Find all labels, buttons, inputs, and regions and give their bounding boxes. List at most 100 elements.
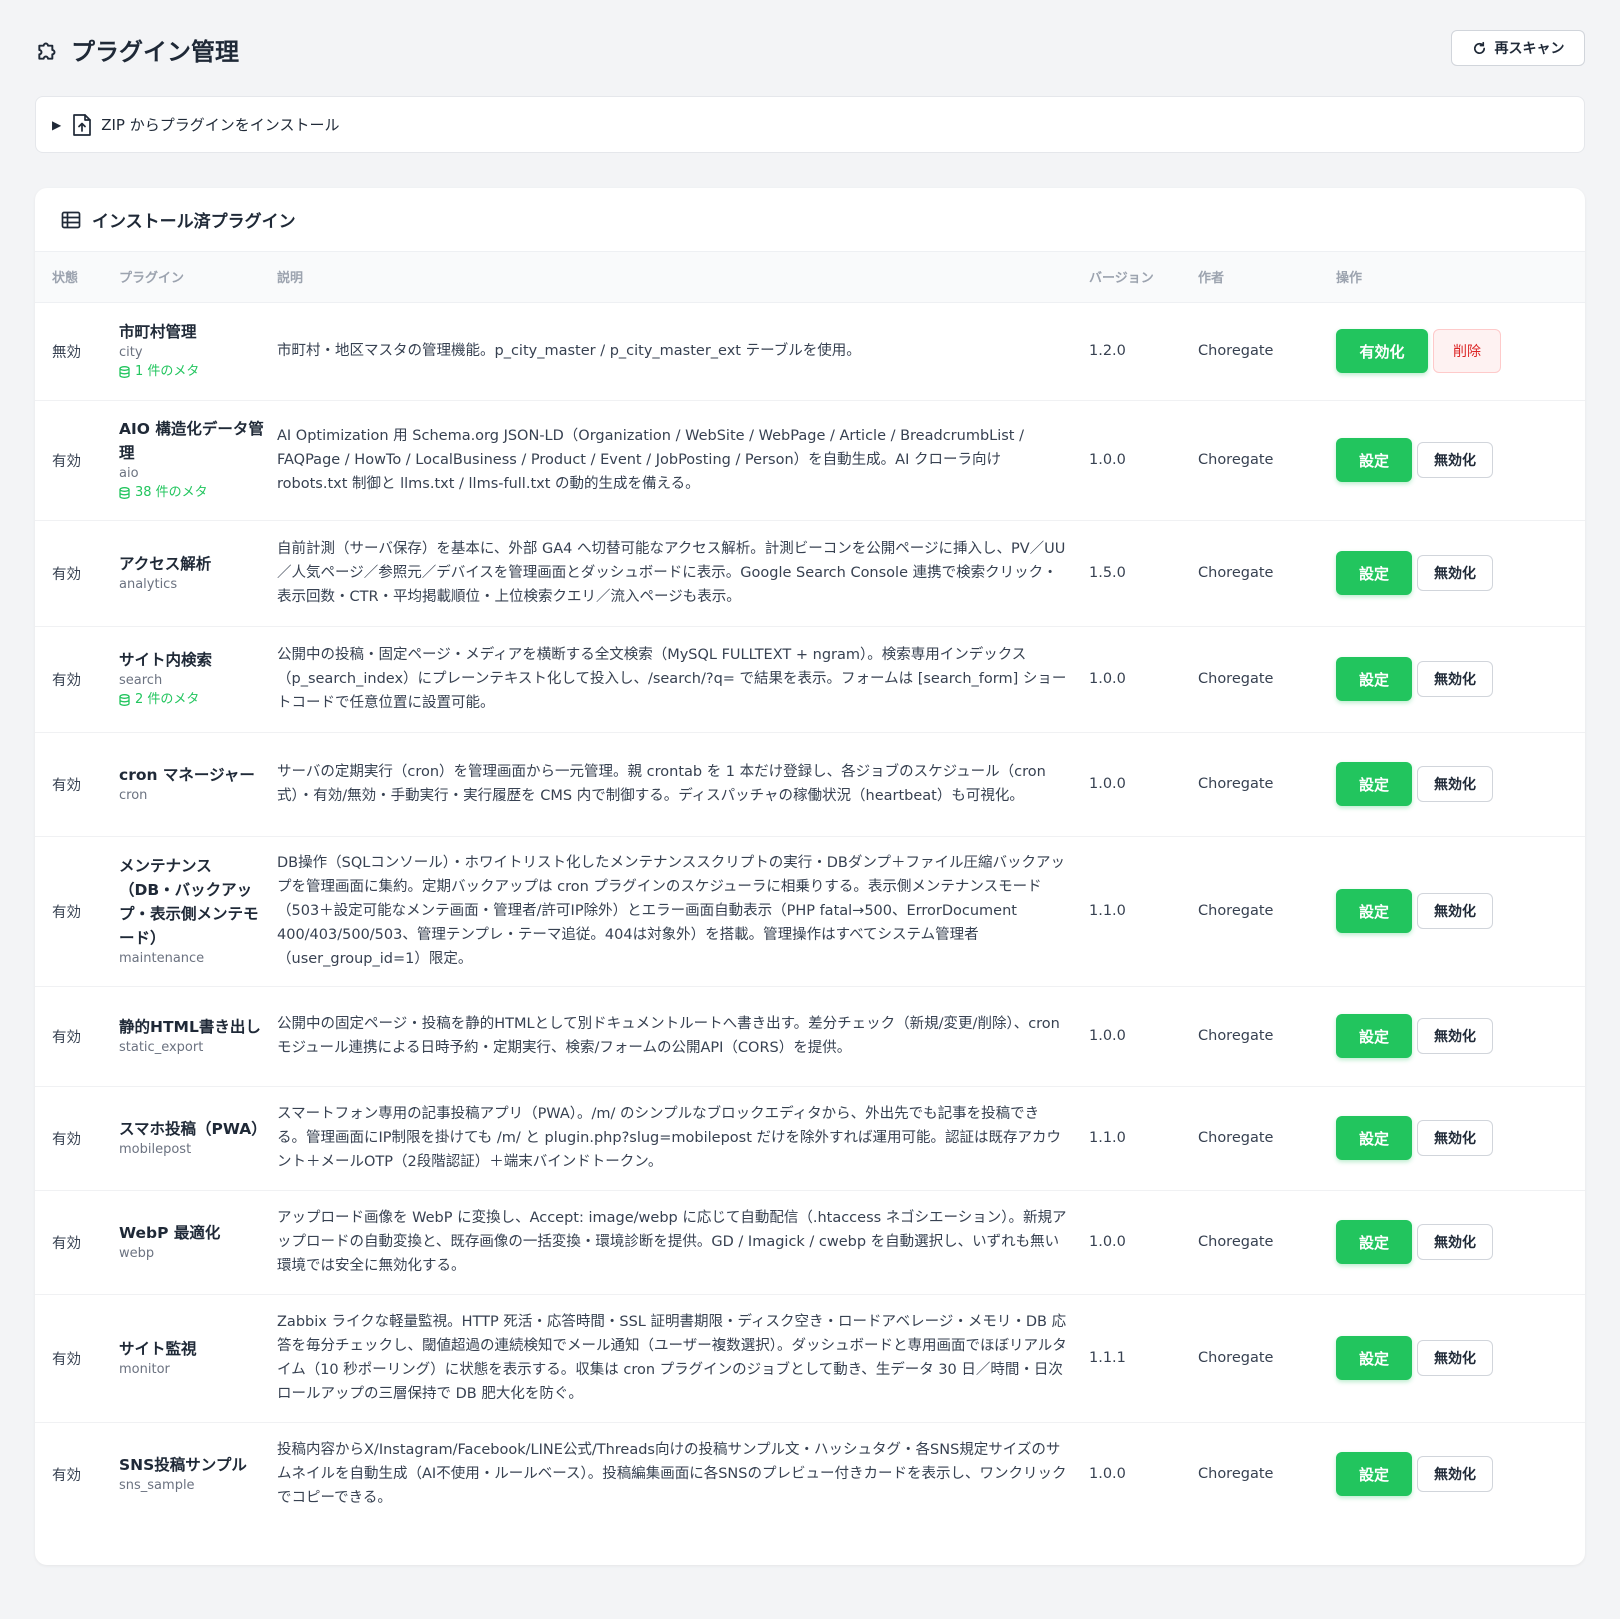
plugin-author: Choregate xyxy=(1198,1130,1274,1146)
plugin-author: Choregate xyxy=(1198,903,1274,919)
plugin-slug: analytics xyxy=(119,577,178,592)
database-icon xyxy=(119,694,130,706)
plugin-status: 有効 xyxy=(52,1131,81,1148)
plugin-meta-count: 2 件のメタ xyxy=(135,692,200,707)
plugin-slug: aio xyxy=(119,466,139,481)
plugin-description: アップロード画像を WebP に変換し、Accept: image/webp に… xyxy=(277,1210,1067,1274)
primary-action-button[interactable]: 設定 xyxy=(1336,1336,1412,1380)
plugin-description: AI Optimization 用 Schema.org JSON-LD（Org… xyxy=(277,428,1024,492)
secondary-action-button[interactable]: 無効化 xyxy=(1417,1018,1493,1054)
primary-action-button[interactable]: 設定 xyxy=(1336,1452,1412,1497)
plugin-version: 1.5.0 xyxy=(1089,565,1126,581)
secondary-action-button[interactable]: 無効化 xyxy=(1417,893,1493,929)
plugin-slug: monitor xyxy=(119,1362,170,1377)
plugin-status: 有効 xyxy=(52,1467,81,1484)
plugin-name: スマホ投稿（PWA） xyxy=(119,1120,267,1138)
table-row: 有効 AIO 構造化データ管理 aio 38 件のメタ AI Optimizat… xyxy=(35,400,1585,521)
database-icon xyxy=(119,487,130,499)
secondary-action-button[interactable]: 無効化 xyxy=(1417,766,1493,802)
plugin-meta-badge: 1 件のメタ xyxy=(119,362,267,382)
table-row: 有効 スマホ投稿（PWA） mobilepost スマートフォン専用の記事投稿ア… xyxy=(35,1086,1585,1191)
plugin-actions: 有効化 削除 xyxy=(1336,329,1585,373)
plugin-description: 投稿内容からX/Instagram/Facebook/LINE公式/Thread… xyxy=(277,1442,1067,1507)
plugin-status: 無効 xyxy=(52,344,81,361)
plugin-actions: 設定 無効化 xyxy=(1336,551,1585,595)
secondary-action-button[interactable]: 無効化 xyxy=(1417,1456,1493,1493)
primary-action-button[interactable]: 設定 xyxy=(1336,657,1412,701)
plugin-actions: 設定 無効化 xyxy=(1336,1452,1585,1497)
primary-action-button[interactable]: 設定 xyxy=(1336,438,1412,482)
plugin-author: Choregate xyxy=(1198,1466,1274,1483)
plugin-name: AIO 構造化データ管理 xyxy=(119,420,264,462)
plugin-slug: sns_sample xyxy=(119,1478,195,1494)
primary-action-button[interactable]: 設定 xyxy=(1336,551,1412,595)
plugin-actions: 設定 無効化 xyxy=(1336,1220,1585,1264)
table-row: 無効 市町村管理 city 1 件のメタ 市町村・地区マスタの管理機能。p_ci… xyxy=(35,302,1585,401)
installed-plugins-header: インストール済プラグイン xyxy=(35,188,1585,252)
table-row: 有効 WebP 最適化 webp アップロード画像を WebP に変換し、Acc… xyxy=(35,1190,1585,1295)
plugin-name: SNS投稿サンプル xyxy=(119,1456,247,1475)
primary-action-button[interactable]: 設定 xyxy=(1336,1014,1412,1058)
plugin-meta-badge: 38 件のメタ xyxy=(119,483,267,503)
plugin-meta-badge: 2 件のメタ xyxy=(119,690,267,710)
plugin-status: 有効 xyxy=(52,566,81,583)
plugin-management-page: プラグイン管理 再スキャン ▶ ZIP からプラグインをインストール インストー… xyxy=(0,0,1620,1619)
plugin-author: Choregate xyxy=(1198,671,1274,687)
plugin-description: 公開中の投稿・固定ページ・メディアを横断する全文検索（MySQL FULLTEX… xyxy=(277,647,1067,711)
column-header-actions: 操作 xyxy=(1336,252,1585,303)
plugin-description: スマートフォン専用の記事投稿アプリ（PWA）。/m/ のシンプルなブロックエディ… xyxy=(277,1106,1061,1170)
column-header-status: 状態 xyxy=(35,252,102,303)
plugin-name: サイト内検索 xyxy=(119,651,213,669)
secondary-action-button[interactable]: 無効化 xyxy=(1417,661,1493,697)
plugin-actions: 設定 無効化 xyxy=(1336,657,1585,701)
rescan-label: 再スキャン xyxy=(1494,40,1565,56)
plugin-slug: webp xyxy=(119,1246,155,1261)
plugin-actions: 設定 無効化 xyxy=(1336,762,1585,806)
plugin-description: DB操作（SQLコンソール）・ホワイトリスト化したメンテナンススクリプトの実行・… xyxy=(277,855,1065,967)
rescan-button[interactable]: 再スキャン xyxy=(1451,30,1585,66)
primary-action-button[interactable]: 設定 xyxy=(1336,762,1412,806)
plugins-table: 状態 プラグイン 説明 バージョン 作者 操作 無効 市町村管理 city 1 … xyxy=(35,252,1585,1526)
secondary-action-button[interactable]: 無効化 xyxy=(1417,1120,1493,1156)
column-header-version: バージョン xyxy=(1089,252,1198,303)
table-row: 有効 cron マネージャー cron サーバの定期実行（cron）を管理画面か… xyxy=(35,732,1585,837)
page-title-group: プラグイン管理 xyxy=(35,32,239,67)
plugin-description: サーバの定期実行（cron）を管理画面から一元管理。親 crontab を 1 … xyxy=(277,764,1046,804)
plugin-version: 1.0.0 xyxy=(1089,776,1126,792)
refresh-icon xyxy=(1473,41,1485,54)
plugin-slug: mobilepost xyxy=(119,1142,192,1157)
table-row: 有効 静的HTML書き出し static_export 公開中の固定ページ・投稿… xyxy=(35,986,1585,1087)
plugin-meta-count: 1 件のメタ xyxy=(135,364,200,379)
primary-action-button[interactable]: 有効化 xyxy=(1336,329,1428,373)
plugin-status: 有効 xyxy=(52,904,81,921)
plugin-name: 静的HTML書き出し xyxy=(119,1018,261,1036)
plugin-version: 1.1.0 xyxy=(1089,903,1126,919)
plugin-slug: static_export xyxy=(119,1040,204,1055)
plugin-status: 有効 xyxy=(52,1235,81,1252)
column-header-plugin: プラグイン xyxy=(102,252,277,303)
plugin-actions: 設定 無効化 xyxy=(1336,438,1585,482)
secondary-action-button[interactable]: 無効化 xyxy=(1417,1340,1493,1376)
plugin-status: 有効 xyxy=(52,672,81,689)
primary-action-button[interactable]: 設定 xyxy=(1336,1116,1412,1160)
page-title: プラグイン管理 xyxy=(71,38,239,66)
plugin-name: cron マネージャー xyxy=(119,766,255,784)
secondary-action-button[interactable]: 無効化 xyxy=(1417,442,1493,478)
plugin-status: 有効 xyxy=(52,1029,81,1046)
secondary-action-button[interactable]: 無効化 xyxy=(1417,1224,1493,1260)
plugin-name: アクセス解析 xyxy=(119,555,212,573)
page-header: プラグイン管理 再スキャン xyxy=(35,30,1585,70)
plugin-version: 1.0.0 xyxy=(1089,1466,1126,1483)
table-icon xyxy=(61,211,81,228)
database-icon xyxy=(119,366,130,378)
plugin-status: 有効 xyxy=(52,453,81,470)
zip-install-toggle[interactable]: ▶ ZIP からプラグインをインストール xyxy=(35,96,1585,153)
plugin-author: Choregate xyxy=(1198,1234,1274,1250)
plugin-meta-count: 38 件のメタ xyxy=(135,485,208,500)
primary-action-button[interactable]: 設定 xyxy=(1336,889,1412,933)
primary-action-button[interactable]: 設定 xyxy=(1336,1220,1412,1264)
secondary-action-button[interactable]: 無効化 xyxy=(1417,555,1493,591)
secondary-action-button[interactable]: 削除 xyxy=(1433,329,1501,373)
plugin-slug: search xyxy=(119,673,163,688)
plugin-name: サイト監視 xyxy=(119,1340,197,1358)
